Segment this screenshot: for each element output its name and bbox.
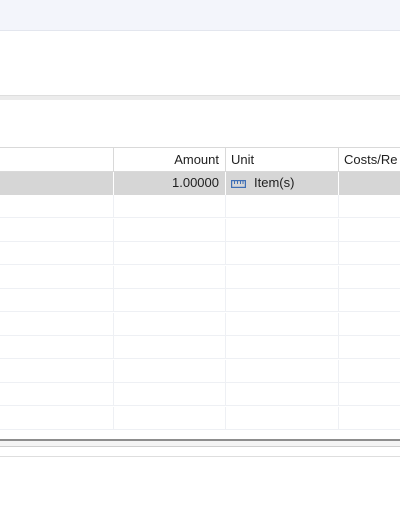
empty-cell[interactable] [226,218,339,242]
empty-table-row[interactable] [0,242,400,265]
empty-cell[interactable] [339,219,400,242]
empty-cell[interactable] [114,218,226,242]
empty-cell[interactable] [114,383,226,406]
empty-table-row[interactable] [0,359,400,383]
empty-cell[interactable] [339,360,400,383]
unit-cell[interactable]: Item(s) [226,172,339,195]
costs-cell[interactable] [339,172,400,195]
empty-cell[interactable] [114,312,226,336]
empty-table-row[interactable] [0,289,400,312]
empty-cell[interactable] [114,289,226,312]
amount-cell[interactable]: 1.00000 [114,172,226,195]
empty-cell[interactable] [114,336,226,359]
empty-table-row[interactable] [0,312,400,336]
empty-cell[interactable] [339,289,400,312]
horizontal-scrollbar[interactable] [0,439,400,447]
column-header-amount[interactable]: Amount [114,148,226,171]
empty-cell[interactable] [226,195,339,218]
empty-cell[interactable] [0,289,114,312]
unit-label: Item(s) [254,175,295,190]
empty-cell[interactable] [114,359,226,383]
exchange-table: Amount Unit Costs/Re 1.00000 Item(s) [0,147,400,435]
empty-table-row[interactable] [0,265,400,289]
empty-cell[interactable] [0,359,114,383]
editor-page: Amount Unit Costs/Re 1.00000 Item(s) [0,0,400,516]
empty-cell[interactable] [226,312,339,336]
empty-cell[interactable] [339,242,400,265]
empty-cell[interactable] [339,313,400,336]
empty-cell[interactable] [0,312,114,336]
empty-table-row[interactable] [0,218,400,242]
empty-cell[interactable] [339,195,400,218]
empty-cell[interactable] [226,383,339,406]
exchange-section: Amount Unit Costs/Re 1.00000 Item(s) [0,100,400,456]
empty-cell[interactable] [226,242,339,265]
empty-cell[interactable] [339,383,400,406]
empty-cell[interactable] [114,406,226,430]
empty-table-row[interactable] [0,336,400,359]
empty-cell[interactable] [0,336,114,359]
empty-cell[interactable] [339,266,400,289]
empty-table-row[interactable] [0,406,400,430]
empty-cell[interactable] [226,359,339,383]
empty-cell[interactable] [114,265,226,289]
empty-cell[interactable] [226,289,339,312]
empty-cell[interactable] [0,383,114,406]
empty-cell[interactable] [0,242,114,265]
column-header-unit[interactable]: Unit [226,148,339,171]
empty-cell[interactable] [0,265,114,289]
table-header: Amount Unit Costs/Re [0,147,400,172]
ruler-icon [231,180,246,188]
table-row[interactable]: 1.00000 Item(s) [0,172,400,195]
empty-cell[interactable] [226,265,339,289]
column-header-costs[interactable]: Costs/Re [339,148,400,171]
empty-table-row[interactable] [0,195,400,218]
empty-cell[interactable] [0,218,114,242]
top-strip [0,0,400,31]
column-header-first[interactable] [0,148,114,171]
empty-cell[interactable] [0,406,114,430]
empty-cell[interactable] [114,195,226,218]
empty-cell[interactable] [0,195,114,218]
top-panel [0,31,400,96]
empty-table-row[interactable] [0,383,400,406]
empty-cell[interactable] [339,407,400,430]
empty-cell[interactable] [339,336,400,359]
empty-cell[interactable] [226,336,339,359]
empty-cell[interactable] [226,406,339,430]
bottom-panel [0,456,400,516]
row-first-cell[interactable] [0,172,114,195]
empty-cell[interactable] [114,242,226,265]
